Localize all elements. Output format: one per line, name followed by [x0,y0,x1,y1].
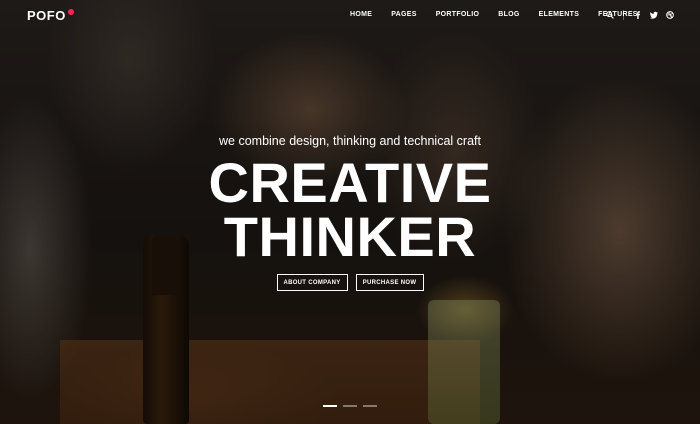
about-company-button[interactable]: ABOUT COMPANY [276,274,348,291]
slider-dot-3[interactable] [363,405,377,407]
purchase-now-button[interactable]: PURCHASE NOW [355,274,424,291]
headline-line-2: THINKER [223,205,477,268]
nav-item-home[interactable]: HOME [350,11,372,18]
logo-accent-dot [68,9,74,15]
header-divider [623,10,624,20]
facebook-icon[interactable] [632,9,644,21]
nav-item-elements[interactable]: ELEMENTS [539,11,580,18]
slider-pagination [0,405,700,407]
hero-buttons: ABOUT COMPANY PURCHASE NOW [0,274,700,291]
site-logo[interactable]: POFO [27,8,66,23]
nav-item-blog[interactable]: BLOG [498,11,519,18]
slider-dot-2[interactable] [343,405,357,407]
nav-item-portfolio[interactable]: PORTFOLIO [436,11,480,18]
site-header: POFO HOME PAGES PORTFOLIO BLOG ELEMENTS … [0,0,700,30]
search-icon[interactable] [604,9,616,21]
slider-dot-1[interactable] [323,405,337,407]
nav-item-pages[interactable]: PAGES [391,11,417,18]
dribbble-icon[interactable] [664,9,676,21]
headline-line-1: CREATIVE [208,151,492,214]
twitter-icon[interactable] [648,9,660,21]
header-icons [604,9,680,21]
hero-section: POFO HOME PAGES PORTFOLIO BLOG ELEMENTS … [0,0,700,424]
hero-tagline: we combine design, thinking and technica… [219,134,481,148]
hero-headline: CREATIVE THINKER [0,151,700,268]
